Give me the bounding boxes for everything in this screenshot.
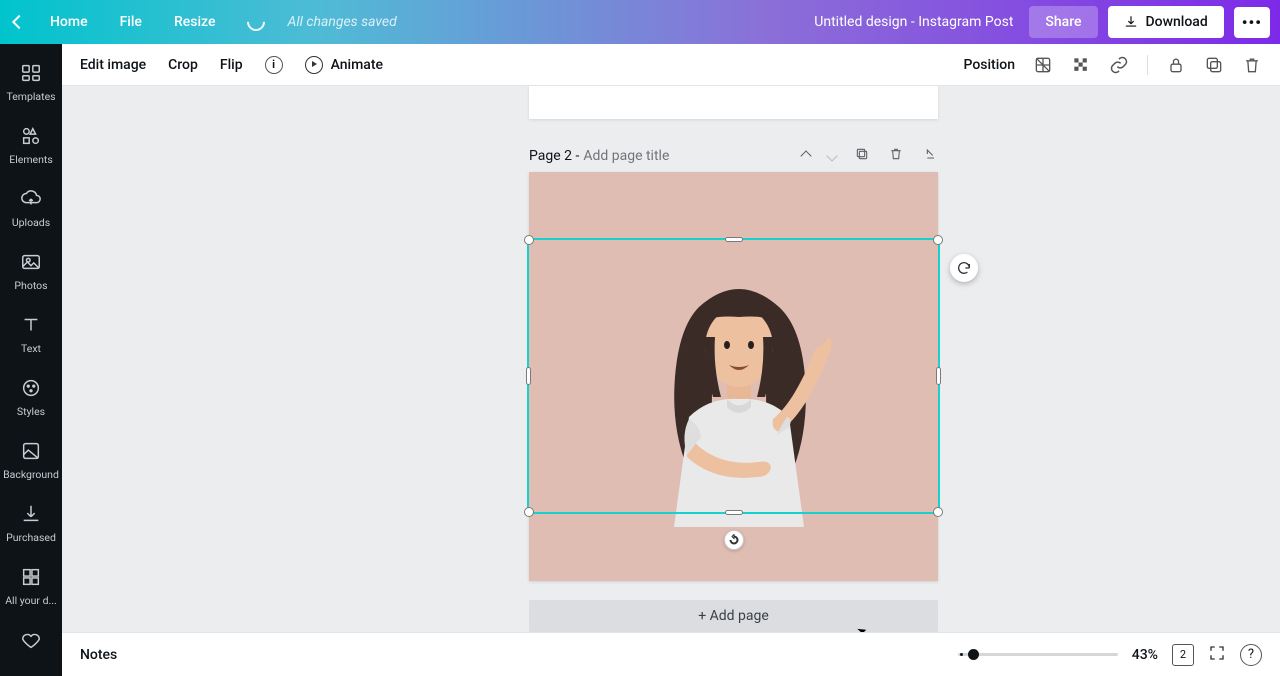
undo-icon[interactable] (244, 9, 269, 34)
crop-button[interactable]: Crop (168, 57, 198, 73)
flip-button[interactable]: Flip (220, 57, 243, 73)
sidebar-item-uploads[interactable]: Uploads (0, 178, 62, 241)
file-button[interactable]: File (106, 8, 156, 36)
sidebar-label: Elements (9, 153, 53, 166)
sidebar-item-purchased[interactable]: Purchased (0, 493, 62, 556)
save-status: All changes saved (287, 14, 396, 30)
all-designs-icon (20, 566, 42, 588)
home-button[interactable]: Home (36, 8, 102, 36)
photos-icon (20, 251, 42, 273)
sidebar-item-all-designs[interactable]: All your d... (0, 556, 62, 619)
context-toolbar: Edit image Crop Flip i Animate Position (62, 44, 1280, 86)
placed-image[interactable] (609, 267, 869, 527)
uploads-icon (20, 188, 42, 210)
copy-icon[interactable] (1204, 55, 1224, 75)
back-icon[interactable] (12, 15, 26, 29)
animate-button[interactable]: Animate (305, 56, 383, 74)
zoom-slider-knob[interactable] (968, 649, 979, 660)
download-button[interactable]: Download (1108, 6, 1224, 38)
sidebar-label: Text (21, 342, 41, 355)
top-bar: Home File Resize All changes saved Untit… (0, 0, 1280, 44)
zoom-controls: 43% 2 ? (958, 644, 1262, 666)
zoom-value[interactable]: 43% (1132, 647, 1158, 663)
animate-label: Animate (331, 57, 383, 73)
sidebar-item-templates[interactable]: Templates (0, 52, 62, 115)
resize-button[interactable]: Resize (160, 8, 230, 36)
purchased-icon (20, 503, 42, 525)
page-1-preview[interactable] (529, 86, 938, 119)
page-2-canvas[interactable] (529, 172, 938, 581)
sidebar-label: Background (3, 468, 59, 481)
help-icon[interactable]: ? (1240, 644, 1262, 666)
sidebar-label: All your d... (5, 594, 57, 607)
download-label: Download (1146, 14, 1208, 30)
sidebar-label: Purchased (6, 531, 56, 544)
more-button[interactable]: ••• (1234, 7, 1270, 38)
fullscreen-icon[interactable] (1208, 644, 1226, 666)
download-icon (1124, 15, 1138, 29)
zoom-slider-min (960, 653, 963, 656)
sidebar-label: Styles (17, 405, 45, 418)
styles-icon (20, 377, 42, 399)
page-title-input[interactable]: Add page title (583, 148, 669, 164)
bottom-bar: Notes 43% 2 ? (62, 632, 1280, 676)
elements-icon (20, 125, 42, 147)
sidebar-label: Templates (6, 90, 55, 103)
sidebar-item-text[interactable]: Text (0, 304, 62, 367)
page-actions (802, 146, 938, 166)
trash-icon[interactable] (1242, 55, 1262, 75)
edit-image-button[interactable]: Edit image (80, 57, 146, 73)
sidebar-item-elements[interactable]: Elements (0, 115, 62, 178)
ctx-right: Position (963, 55, 1262, 75)
page-header: Page 2 - Add page title (529, 140, 938, 172)
sidebar: Templates Elements Uploads Photos Text S… (0, 44, 62, 676)
lock-icon[interactable] (1166, 55, 1186, 75)
page-up-icon[interactable] (802, 148, 810, 164)
notes-button[interactable]: Notes (80, 647, 117, 663)
position-button[interactable]: Position (963, 57, 1015, 73)
sidebar-item-background[interactable]: Background (0, 430, 62, 493)
page-down-icon[interactable] (828, 148, 836, 164)
refresh-floating-button[interactable] (950, 254, 978, 282)
sidebar-item-styles[interactable]: Styles (0, 367, 62, 430)
heart-icon (20, 629, 42, 651)
page-label: Page 2 - (529, 148, 579, 164)
text-icon (20, 314, 42, 336)
add-page-button[interactable]: + Add page (529, 600, 938, 632)
page-share-icon[interactable] (922, 146, 938, 166)
page-count-badge[interactable]: 2 (1172, 644, 1194, 666)
topbar-left: Home File Resize All changes saved (10, 8, 397, 36)
topbar-right: Untitled design - Instagram Post Share D… (814, 6, 1270, 38)
templates-icon (20, 62, 42, 84)
page-copy-icon[interactable] (854, 146, 870, 166)
separator (1147, 55, 1148, 75)
sidebar-item-favorites[interactable] (0, 619, 62, 663)
background-icon (20, 440, 42, 462)
sidebar-label: Uploads (12, 216, 50, 229)
page-delete-icon[interactable] (888, 146, 904, 166)
design-title[interactable]: Untitled design - Instagram Post (814, 14, 1013, 30)
zoom-slider[interactable] (958, 653, 1118, 656)
sidebar-label: Photos (14, 279, 47, 292)
canvas-area[interactable]: Page 2 - Add page title (62, 86, 1280, 632)
sidebar-item-photos[interactable]: Photos (0, 241, 62, 304)
animate-icon (305, 56, 323, 74)
transparency-icon[interactable] (1033, 55, 1053, 75)
info-icon[interactable]: i (265, 56, 283, 74)
link-icon[interactable] (1109, 55, 1129, 75)
checker-icon[interactable] (1071, 55, 1091, 75)
share-button[interactable]: Share (1029, 6, 1097, 38)
